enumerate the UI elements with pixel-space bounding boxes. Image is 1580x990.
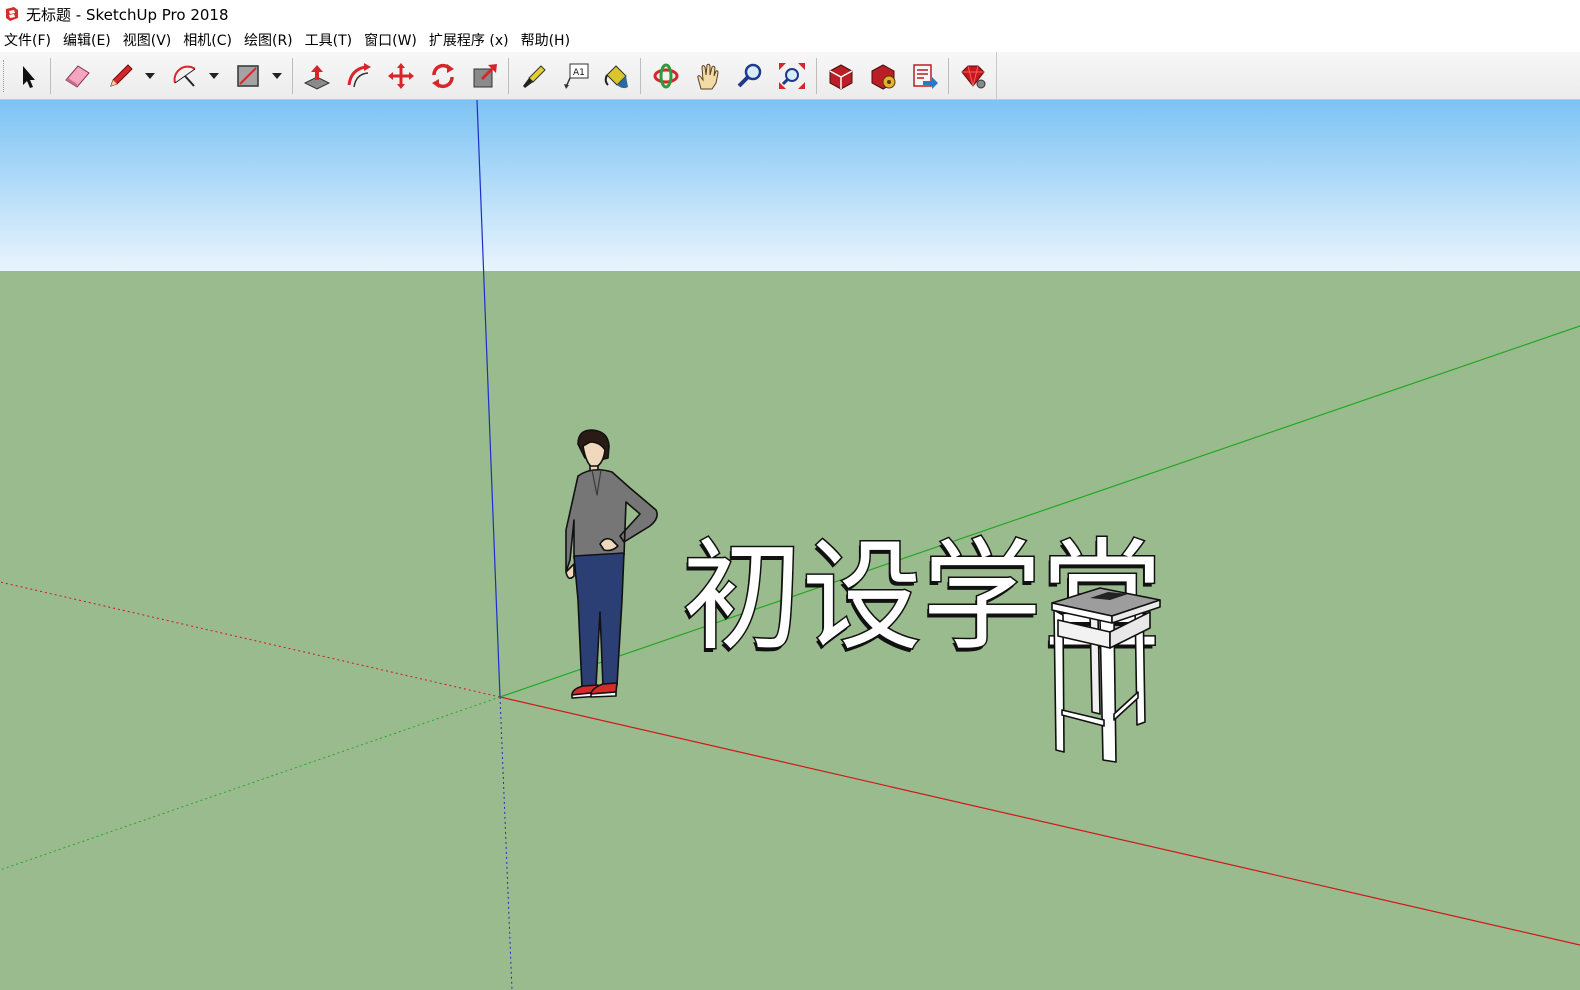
title-bar: 无标题 - SketchUp Pro 2018 bbox=[0, 0, 1580, 28]
scene-canvas[interactable]: 初设学堂 初设学堂 bbox=[0, 100, 1580, 990]
menu-tools[interactable]: 工具(T) bbox=[300, 30, 359, 50]
toolbar-grip[interactable] bbox=[3, 60, 6, 92]
toolbar-separator bbox=[640, 58, 641, 94]
offset-icon bbox=[347, 63, 371, 88]
offset-tool-button[interactable] bbox=[342, 60, 376, 92]
menu-help[interactable]: 帮助(H) bbox=[516, 30, 577, 50]
warehouse-icon bbox=[829, 64, 853, 90]
toolbar-separator bbox=[508, 58, 509, 94]
extension-manager-button[interactable] bbox=[956, 60, 990, 92]
rotate-tool-button[interactable] bbox=[426, 60, 460, 92]
rotate-icon bbox=[432, 63, 454, 89]
zoom-tool-button[interactable] bbox=[733, 60, 767, 92]
menu-view[interactable]: 视图(V) bbox=[118, 30, 179, 50]
move-tool-button[interactable] bbox=[384, 60, 418, 92]
move-icon bbox=[388, 63, 414, 89]
rectangle-tool-button[interactable] bbox=[231, 60, 265, 92]
hand-pan-icon bbox=[697, 63, 719, 90]
push-pull-tool-button[interactable] bbox=[300, 60, 334, 92]
rectangle-dropdown-icon[interactable] bbox=[272, 72, 282, 80]
toolbar-end bbox=[996, 52, 997, 100]
arc-icon bbox=[173, 65, 196, 87]
zoom-extents-tool-button[interactable] bbox=[775, 60, 809, 92]
line-tool-button[interactable] bbox=[104, 60, 138, 92]
menu-draw[interactable]: 绘图(R) bbox=[239, 30, 300, 50]
menu-camera[interactable]: 相机(C) bbox=[178, 30, 239, 50]
magnifier-icon bbox=[737, 63, 762, 88]
select-tool-button[interactable] bbox=[10, 60, 44, 92]
eraser-icon bbox=[65, 65, 90, 88]
select-arrow-icon bbox=[23, 66, 35, 88]
toolbar-separator bbox=[292, 58, 293, 94]
scale-icon bbox=[473, 64, 497, 88]
tape-measure-icon bbox=[523, 65, 546, 88]
paint-bucket-tool-button[interactable] bbox=[599, 60, 633, 92]
arc-tool-button[interactable] bbox=[168, 60, 202, 92]
menu-bar: 文件(F) 编辑(E) 视图(V) 相机(C) 绘图(R) 工具(T) 窗口(W… bbox=[0, 28, 1580, 52]
sketchup-logo-icon bbox=[6, 7, 18, 21]
rectangle-icon bbox=[237, 65, 259, 87]
3d-warehouse-button[interactable] bbox=[824, 60, 858, 92]
toolbar-separator bbox=[816, 58, 817, 94]
drawing-viewport[interactable]: 初设学堂 初设学堂 bbox=[0, 100, 1580, 990]
tape-measure-tool-button[interactable] bbox=[517, 60, 551, 92]
paint-bucket-icon bbox=[604, 65, 628, 89]
orbit-icon bbox=[653, 63, 679, 89]
menu-edit[interactable]: 编辑(E) bbox=[58, 30, 118, 50]
pan-tool-button[interactable] bbox=[691, 60, 725, 92]
toolbar-separator bbox=[948, 58, 949, 94]
menu-extensions[interactable]: 扩展程序 (x) bbox=[424, 30, 516, 50]
send-to-layout-button[interactable] bbox=[908, 60, 942, 92]
push-pull-icon bbox=[303, 65, 331, 90]
text-label-icon: A1 bbox=[564, 63, 589, 89]
eraser-tool-button[interactable] bbox=[60, 60, 94, 92]
send-to-layout-icon bbox=[913, 64, 938, 89]
line-dropdown-icon[interactable] bbox=[145, 72, 155, 80]
window-title: 无标题 - SketchUp Pro 2018 bbox=[26, 5, 229, 24]
orbit-tool-button[interactable] bbox=[649, 60, 683, 92]
menu-window[interactable]: 窗口(W) bbox=[359, 30, 424, 50]
text-tool-button[interactable]: A1 bbox=[559, 60, 593, 92]
sky bbox=[0, 100, 1580, 271]
scale-tool-button[interactable] bbox=[468, 60, 502, 92]
toolbar-separator bbox=[50, 58, 51, 94]
pencil-icon bbox=[110, 64, 133, 87]
toolbar: A1 bbox=[0, 52, 1580, 100]
zoom-extents-icon bbox=[779, 63, 805, 89]
arc-dropdown-icon[interactable] bbox=[209, 72, 219, 80]
svg-text:A1: A1 bbox=[573, 68, 585, 78]
extension-warehouse-icon bbox=[871, 64, 896, 90]
menu-file[interactable]: 文件(F) bbox=[0, 30, 58, 50]
ruby-gem-icon bbox=[961, 65, 986, 89]
extension-warehouse-button[interactable] bbox=[866, 60, 900, 92]
